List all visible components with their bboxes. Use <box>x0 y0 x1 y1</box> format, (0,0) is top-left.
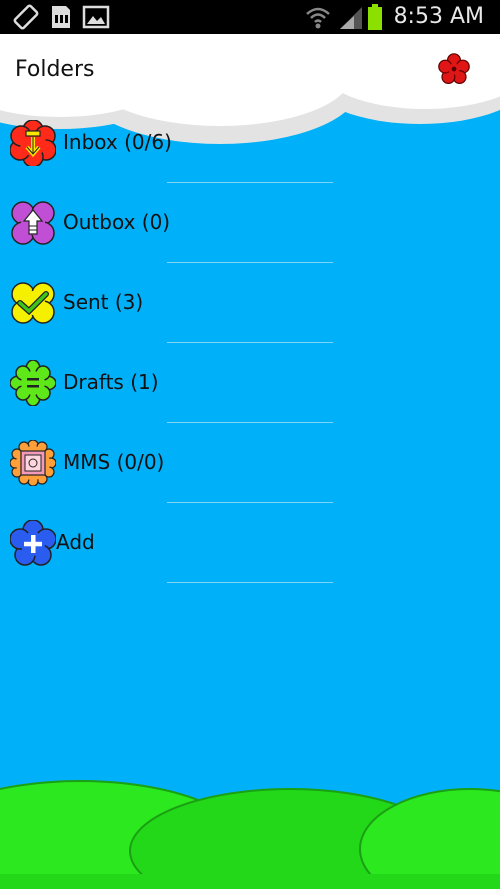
status-bar: 8:53 AM <box>0 0 500 34</box>
add-flower-icon <box>10 520 56 566</box>
folder-item-add[interactable]: Add <box>0 504 500 584</box>
folder-label-add: Add <box>56 530 95 554</box>
folder-item-inbox[interactable]: Inbox (0/6) <box>0 104 500 184</box>
sd-card-icon <box>48 0 74 34</box>
list-divider <box>167 182 333 183</box>
folder-label-outbox: Outbox (0) <box>63 210 171 234</box>
list-divider <box>167 342 333 343</box>
folder-item-sent[interactable]: Sent (3) <box>0 264 500 344</box>
folder-label-mms: MMS (0/0) <box>63 450 165 474</box>
drafts-flower-icon <box>10 360 56 406</box>
wifi-icon <box>304 0 332 34</box>
folder-label-sent: Sent (3) <box>63 290 144 314</box>
list-divider <box>167 502 333 503</box>
folder-item-mms[interactable]: MMS (0/0) <box>0 424 500 504</box>
page-title: Folders <box>15 57 95 82</box>
red-flower-icon[interactable] <box>438 53 470 85</box>
folder-item-outbox[interactable]: Outbox (0) <box>0 184 500 264</box>
folder-label-drafts: Drafts (1) <box>63 370 159 394</box>
signal-icon <box>338 0 364 34</box>
battery-icon <box>366 0 384 34</box>
status-clock: 8:53 AM <box>393 4 484 29</box>
list-divider <box>167 422 333 423</box>
folder-label-inbox: Inbox (0/6) <box>63 130 172 154</box>
list-divider <box>167 262 333 263</box>
inbox-flower-icon <box>10 120 56 166</box>
outbox-flower-icon <box>11 201 55 245</box>
rotation-lock-icon <box>12 0 40 34</box>
list-divider <box>167 582 333 583</box>
hills-footer-background <box>0 780 500 889</box>
sent-flower-icon <box>11 282 55 324</box>
mms-flower-icon <box>10 440 56 486</box>
folder-list: Inbox (0/6) Outbox (0) Sent (3) Drafts (… <box>0 104 500 584</box>
image-icon <box>82 0 110 34</box>
folder-item-drafts[interactable]: Drafts (1) <box>0 344 500 424</box>
